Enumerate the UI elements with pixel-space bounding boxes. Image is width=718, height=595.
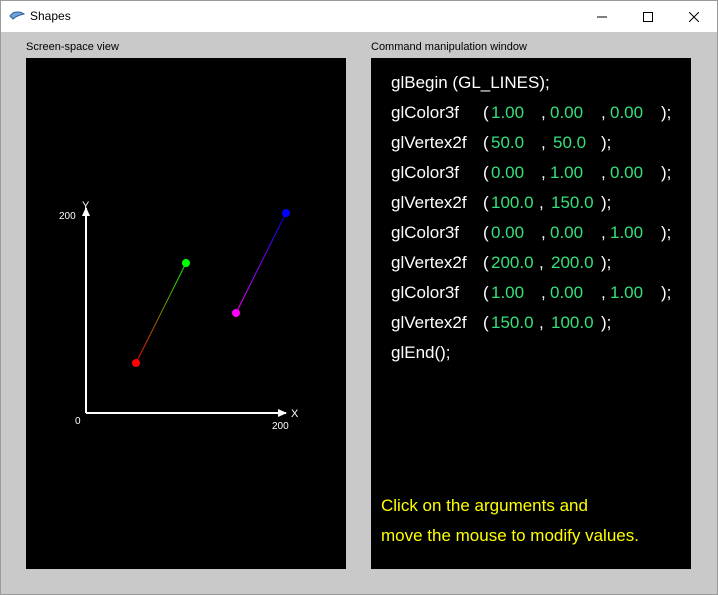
gl-lines <box>135 212 287 364</box>
gl-line-segment <box>135 262 187 364</box>
scene-canvas[interactable]: Y 200 X 200 0 <box>26 58 346 569</box>
code-line-vertex: glVertex2f (150.0, 100.0); <box>391 308 681 338</box>
arg-red[interactable]: 1.00 <box>491 98 524 128</box>
function-name: glColor3f <box>391 103 460 122</box>
arg-red[interactable]: 1.00 <box>491 278 524 308</box>
paren: ); <box>661 223 672 242</box>
comma: , <box>539 313 544 332</box>
arg-red[interactable]: 0.00 <box>491 158 524 188</box>
comma: , <box>601 223 606 242</box>
function-name: glVertex2f <box>391 193 467 212</box>
comma: , <box>541 133 546 152</box>
comma: , <box>539 193 544 212</box>
code-line-color: glColor3f(1.00, 0.00, 1.00); <box>391 278 681 308</box>
arg-green[interactable]: 1.00 <box>550 158 583 188</box>
paren: ( <box>483 103 489 122</box>
window-title: Shapes <box>30 9 71 23</box>
vertex-point-1[interactable] <box>132 359 140 367</box>
code-line-vertex: glVertex2f (200.0, 200.0); <box>391 248 681 278</box>
code-line-vertex: glVertex2f (50.0, 50.0); <box>391 128 681 158</box>
arg-blue[interactable]: 1.00 <box>610 218 643 248</box>
gl-vertices[interactable] <box>132 209 290 367</box>
paren: ( <box>483 253 489 272</box>
comma: , <box>601 163 606 182</box>
screen-space-view[interactable]: Y 200 X 200 0 <box>26 58 346 569</box>
arg-x[interactable]: 150.0 <box>491 308 534 338</box>
vertex-point-4[interactable] <box>232 309 240 317</box>
arg-blue[interactable]: 0.00 <box>610 158 643 188</box>
paren: ( <box>483 193 489 212</box>
comma: , <box>541 223 546 242</box>
comma: , <box>541 103 546 122</box>
minimize-icon <box>597 16 607 17</box>
arg-green[interactable]: 0.00 <box>550 98 583 128</box>
gl-line-segment <box>235 212 287 314</box>
arg-x[interactable]: 50.0 <box>491 128 524 158</box>
code-begin: glBegin (GL_LINES); <box>391 73 550 92</box>
code-line-color: glColor3f(1.00, 0.00, 0.00); <box>391 98 681 128</box>
function-name: glVertex2f <box>391 133 467 152</box>
arg-blue[interactable]: 0.00 <box>610 98 643 128</box>
arg-y[interactable]: 100.0 <box>551 308 594 338</box>
shapes-window: Shapes Screen-space view Y 200 X 200 0 C… <box>0 0 718 595</box>
minimize-button[interactable] <box>579 1 625 32</box>
y-max-label: 200 <box>59 211 76 222</box>
function-name: glColor3f <box>391 283 460 302</box>
close-button[interactable] <box>671 1 717 32</box>
code-end: glEnd(); <box>391 343 451 362</box>
code-line-color: glColor3f(0.00, 0.00, 1.00); <box>391 218 681 248</box>
hint-line-2: move the mouse to modify values. <box>381 526 639 545</box>
paren: ( <box>483 163 489 182</box>
origin-label: 0 <box>75 416 81 427</box>
comma: , <box>541 163 546 182</box>
app-icon <box>9 11 25 20</box>
axes: Y 200 X 200 0 <box>59 200 299 432</box>
paren: ); <box>601 313 612 332</box>
function-name: glVertex2f <box>391 313 467 332</box>
x-axis-arrow <box>278 409 287 417</box>
comma: , <box>539 253 544 272</box>
paren: ( <box>483 313 489 332</box>
title-bar[interactable]: Shapes <box>1 1 717 32</box>
paren: ); <box>661 163 672 182</box>
arg-blue[interactable]: 1.00 <box>610 278 643 308</box>
paren: ); <box>601 253 612 272</box>
paren: ); <box>601 133 612 152</box>
code-line-color: glColor3f(0.00, 1.00, 0.00); <box>391 158 681 188</box>
maximize-icon <box>643 11 653 22</box>
function-name: glColor3f <box>391 163 460 182</box>
function-name: glColor3f <box>391 223 460 242</box>
paren: ); <box>661 283 672 302</box>
arg-x[interactable]: 200.0 <box>491 248 534 278</box>
arg-red[interactable]: 0.00 <box>491 218 524 248</box>
paren: ); <box>601 193 612 212</box>
y-axis-label: Y <box>82 200 90 212</box>
x-max-label: 200 <box>272 421 289 432</box>
comma: , <box>601 103 606 122</box>
vertex-point-2[interactable] <box>182 259 190 267</box>
paren: ( <box>483 133 489 152</box>
arg-y[interactable]: 150.0 <box>551 188 594 218</box>
paren: ( <box>483 283 489 302</box>
screen-space-label: Screen-space view <box>26 41 119 53</box>
arg-y[interactable]: 200.0 <box>551 248 594 278</box>
x-axis-label: X <box>291 408 299 420</box>
paren: ); <box>661 103 672 122</box>
comma: , <box>541 283 546 302</box>
comma: , <box>601 283 606 302</box>
arg-green[interactable]: 0.00 <box>550 218 583 248</box>
arg-y[interactable]: 50.0 <box>553 128 586 158</box>
arg-x[interactable]: 100.0 <box>491 188 534 218</box>
code-line-vertex: glVertex2f (100.0, 150.0); <box>391 188 681 218</box>
command-window-label: Command manipulation window <box>371 41 527 53</box>
paren: ( <box>483 223 489 242</box>
maximize-button[interactable] <box>625 1 671 32</box>
close-icon <box>689 11 699 22</box>
vertex-point-3[interactable] <box>282 209 290 217</box>
arg-green[interactable]: 0.00 <box>550 278 583 308</box>
function-name: glVertex2f <box>391 253 467 272</box>
hint-line-1: Click on the arguments and <box>381 496 588 515</box>
